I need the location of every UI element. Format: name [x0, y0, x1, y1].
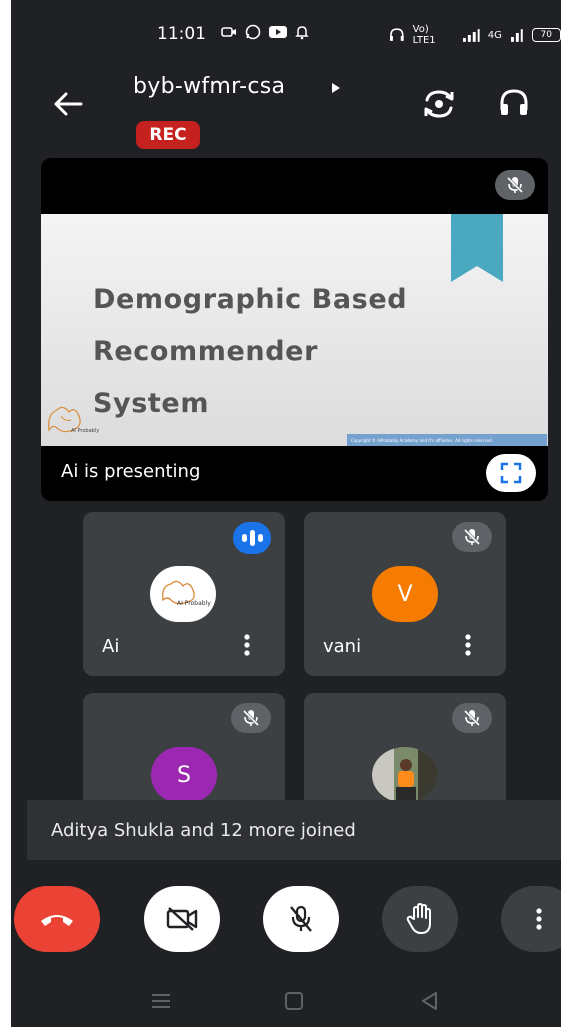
- end-call-button[interactable]: [14, 886, 100, 952]
- signal-icon-2: [510, 29, 523, 42]
- participant-name: vani: [323, 636, 362, 657]
- network-label: Vo) LTE1: [412, 24, 436, 46]
- slide-title-line-2: Recommender: [93, 336, 319, 367]
- status-notification-icons: [221, 24, 309, 40]
- whatsapp-icon: [245, 24, 261, 40]
- fullscreen-button[interactable]: [486, 454, 536, 492]
- youtube-icon: [269, 26, 287, 38]
- mic-off-badge: [452, 703, 492, 733]
- signal-icon-1: [463, 29, 480, 42]
- phone-hangup-icon: [41, 915, 73, 926]
- more-vert-icon: [536, 908, 542, 930]
- camera-off-button[interactable]: [144, 886, 220, 952]
- mic-off-icon: [463, 528, 481, 546]
- avatar-s: S: [151, 747, 217, 803]
- participant-tile-s[interactable]: S: [83, 693, 285, 813]
- slide-copyright: Copyright © AIProbably Academy and It's …: [347, 434, 547, 446]
- mic-off-icon: [242, 709, 260, 727]
- back-nav-icon[interactable]: [418, 990, 442, 1012]
- shared-slide: Demographic Based Recommender System AI …: [41, 214, 548, 446]
- status-system-icons: Vo) LTE1 4G 70: [389, 24, 561, 46]
- speaking-indicator-icon: [233, 522, 271, 554]
- back-arrow-icon[interactable]: [51, 88, 87, 120]
- more-vert-icon[interactable]: [456, 630, 480, 660]
- mic-off-button[interactable]: [263, 886, 339, 952]
- battery-level: 70: [540, 30, 552, 40]
- status-time: 11:01: [157, 24, 206, 44]
- avatar-photo-icon: [372, 747, 438, 803]
- mic-off-badge: [231, 703, 271, 733]
- headset-status-icon: [389, 28, 404, 41]
- more-options-button[interactable]: [501, 886, 561, 952]
- presentation-tile[interactable]: Demographic Based Recommender System AI …: [41, 158, 548, 501]
- more-vert-icon[interactable]: [235, 630, 259, 660]
- avatar-vani: V: [372, 566, 438, 622]
- meeting-code[interactable]: byb-wfmr-csa: [133, 74, 285, 99]
- presentation-mic-off-badge: [495, 170, 535, 200]
- participants-joined-toast: Aditya Shukla and 12 more joined: [27, 800, 561, 860]
- bookmark-ribbon-icon: [451, 214, 503, 282]
- mic-off-icon: [463, 709, 481, 727]
- flip-camera-icon[interactable]: [421, 86, 457, 122]
- recent-apps-icon[interactable]: [149, 990, 173, 1012]
- participant-tile-photo[interactable]: [304, 693, 506, 813]
- network-gen: 4G: [487, 29, 502, 41]
- battery-icon: 70: [531, 28, 561, 42]
- slide-title-line-1: Demographic Based: [93, 284, 408, 315]
- meet-screen: 11:01 Vo) LTE1 4G 70 byb-wfmr-csa REC De…: [11, 0, 561, 1027]
- presenting-label: Ai is presenting: [61, 461, 201, 482]
- system-nav-bar: [11, 978, 561, 1027]
- mic-off-icon: [506, 176, 524, 194]
- video-notification-icon: [221, 27, 236, 37]
- hand-icon: [406, 903, 431, 934]
- mic-off-icon: [290, 905, 312, 932]
- home-icon[interactable]: [282, 990, 306, 1012]
- ai-probably-avatar-logo-icon: [162, 580, 195, 605]
- ai-probably-logo-icon: [48, 406, 81, 433]
- toast-message: Aditya Shukla and 12 more joined: [51, 819, 356, 841]
- avatar-ai: [150, 566, 216, 622]
- participant-tile-ai[interactable]: AI Probably Ai: [83, 512, 285, 676]
- status-bar: 11:01 Vo) LTE1 4G 70: [11, 0, 561, 70]
- fullscreen-icon: [500, 462, 522, 484]
- mic-off-badge: [452, 522, 492, 552]
- caret-right-icon[interactable]: [331, 82, 341, 94]
- slide-logo-text: AI Probably: [71, 428, 100, 434]
- video-off-icon: [166, 907, 198, 931]
- participant-tile-vani[interactable]: V vani: [304, 512, 506, 676]
- raise-hand-button[interactable]: [382, 886, 458, 952]
- headphones-icon[interactable]: [497, 86, 531, 120]
- rec-badge: REC: [136, 121, 200, 149]
- bell-icon: [295, 26, 309, 40]
- avatar-ai-text: AI Probably: [177, 600, 211, 607]
- participant-name: Ai: [102, 636, 120, 657]
